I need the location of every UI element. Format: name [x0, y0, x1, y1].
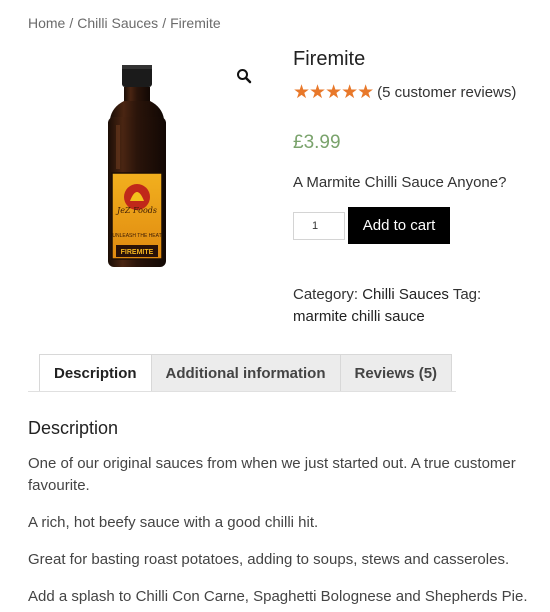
category-link[interactable]: Chilli Sauces [362, 286, 449, 303]
label-brand: JeZ Foods [115, 206, 157, 215]
description-paragraph: Great for basting roast potatoes, adding… [28, 551, 510, 568]
category-label: Category: [293, 286, 359, 303]
tabs-divider [28, 391, 456, 392]
tab-reviews[interactable]: Reviews (5) [339, 354, 453, 392]
breadcrumb-current: Firemite [170, 15, 221, 31]
product-rating: ★★★★★ (5 customer reviews) [293, 83, 533, 102]
breadcrumb-separator: / [162, 15, 167, 31]
quantity-input[interactable] [293, 211, 345, 240]
tab-description[interactable]: Description [39, 354, 152, 392]
product-summary: Firemite ★★★★★ (5 customer reviews) £3.9… [293, 46, 533, 328]
product-image[interactable]: JeZ Foods UNLEASH THE HEAT FIREMITE [60, 55, 260, 305]
description-heading: Description [28, 418, 119, 438]
description-paragraph: Add a splash to Chilli Con Carne, Spaghe… [28, 588, 528, 605]
product-meta: Category: Chilli Sauces Tag: marmite chi… [293, 284, 533, 328]
tag-label: Tag: [452, 286, 482, 303]
tag-link[interactable]: marmite chilli sauce [293, 308, 425, 325]
description-paragraph: A rich, hot beefy sauce with a good chil… [28, 514, 319, 531]
tab-additional-information[interactable]: Additional information [150, 354, 341, 392]
sauce-bottle-image: JeZ Foods UNLEASH THE HEAT FIREMITE [108, 65, 166, 267]
add-to-cart-button[interactable]: Add to cart [348, 207, 450, 244]
label-slogan: UNLEASH THE HEAT [112, 233, 161, 239]
product-tabs: Description Additional information Revie… [39, 354, 453, 392]
breadcrumb-separator: / [69, 15, 74, 31]
product-title: Firemite [293, 48, 366, 70]
breadcrumb-home-link[interactable]: Home [28, 15, 65, 31]
star-rating-icon: ★★★★★ [293, 82, 374, 103]
label-name: FIREMITE [121, 249, 154, 256]
zoom-icon[interactable] [236, 68, 252, 84]
customer-reviews-link[interactable]: (5 customer reviews) [377, 84, 516, 101]
add-to-cart-form: Add to cart [293, 207, 533, 244]
product-short-description: A Marmite Chilli Sauce Anyone? [293, 174, 507, 191]
description-paragraph: One of our original sauces from when we … [28, 455, 516, 494]
product-price: £3.99 [293, 132, 341, 153]
breadcrumb-category-link[interactable]: Chilli Sauces [77, 15, 158, 31]
description-panel: Description One of our original sauces f… [28, 418, 538, 612]
breadcrumb: Home / Chilli Sauces / Firemite [28, 15, 221, 31]
